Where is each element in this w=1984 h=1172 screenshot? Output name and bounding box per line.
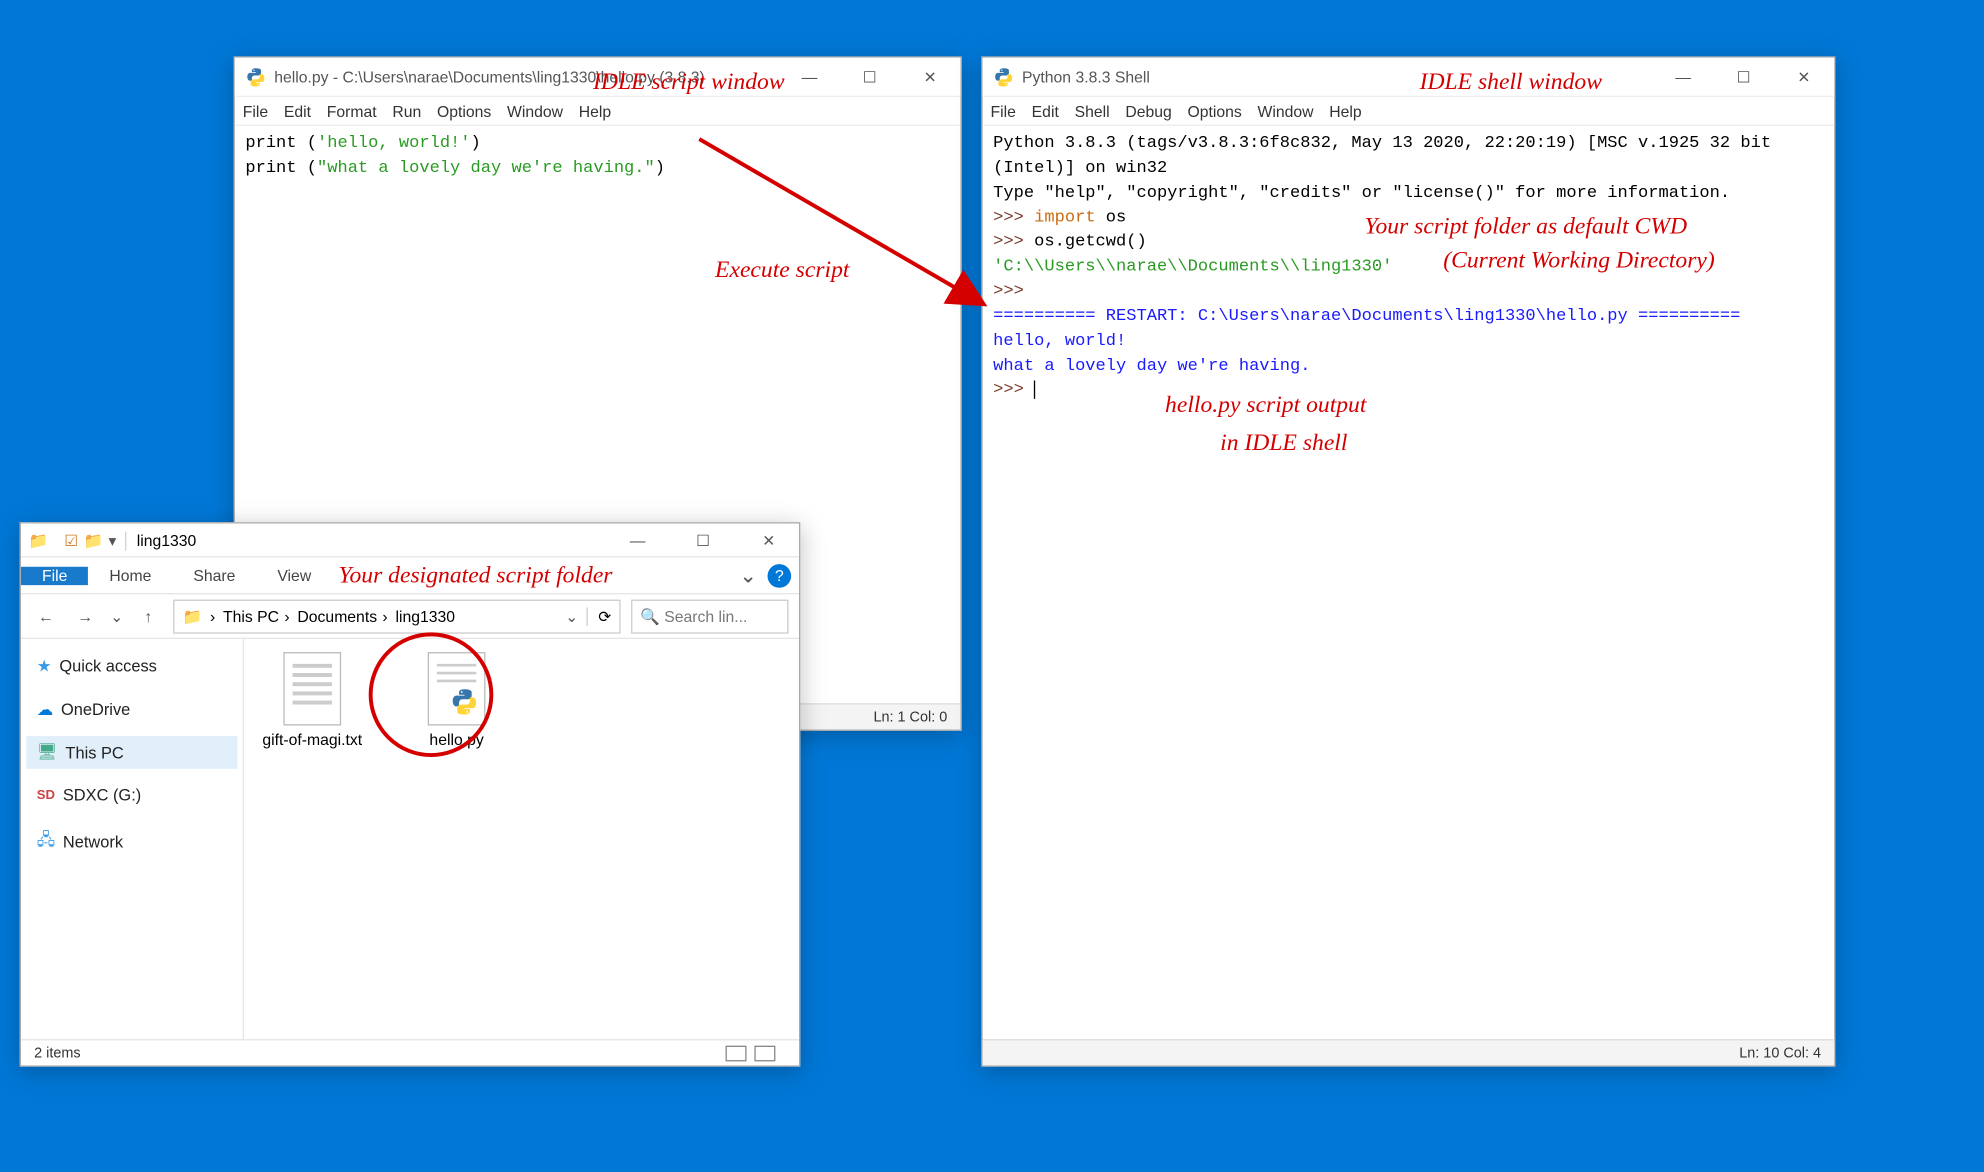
pc-icon: 🖥 xyxy=(37,743,58,763)
close-button[interactable]: ✕ xyxy=(739,520,799,559)
nav-network[interactable]: 🖧Network xyxy=(26,821,237,862)
minimize-button[interactable]: — xyxy=(607,520,667,559)
help-icon[interactable]: ? xyxy=(768,564,792,588)
prompt-line-getcwd: >>> os.getcwd() xyxy=(993,231,1147,251)
python-icon xyxy=(245,66,266,87)
crumb-documents[interactable]: Documents› xyxy=(297,607,387,625)
annotation-output-2: in IDLE shell xyxy=(1220,429,1347,457)
breadcrumb[interactable]: 📁 › This PC› Documents› ling1330 ⌄ ⟳ xyxy=(173,599,620,633)
shell-menubar: File Edit Shell Debug Options Window Hel… xyxy=(983,97,1834,126)
idle-shell-window: Python 3.8.3 Shell — ☐ ✕ File Edit Shell… xyxy=(981,56,1835,1066)
close-button[interactable]: ✕ xyxy=(900,57,960,96)
annotation-script-window: IDLE script window xyxy=(593,68,785,96)
menu-window[interactable]: Window xyxy=(507,102,563,120)
close-button[interactable]: ✕ xyxy=(1774,57,1834,96)
ribbon-share[interactable]: Share xyxy=(172,566,256,584)
folder-icon: 📁 xyxy=(29,531,49,549)
menu-format[interactable]: Format xyxy=(327,102,377,120)
annotation-folder: Your designated script folder xyxy=(338,562,612,590)
output-1: hello, world! xyxy=(993,330,1126,350)
explorer-body: ★Quick access ☁OneDrive 🖥This PC SDSDXC … xyxy=(21,639,799,1039)
nav-back-button[interactable]: ← xyxy=(31,602,60,631)
explorer-titlebar[interactable]: 📁 ☑ 📁 ▾ │ ling1330 — ☐ ✕ xyxy=(21,523,799,557)
menu-edit[interactable]: Edit xyxy=(1032,102,1059,120)
address-bar: ← → ⌄ ↑ 📁 › This PC› Documents› ling1330… xyxy=(21,594,799,639)
banner-1: Python 3.8.3 (tags/v3.8.3:6f8c832, May 1… xyxy=(993,133,1781,177)
folder-icon: 📁 xyxy=(182,607,202,625)
view-icons-button[interactable] xyxy=(754,1045,775,1061)
maximize-button[interactable]: ☐ xyxy=(840,57,900,96)
text-file-icon xyxy=(283,652,341,725)
sd-icon: SD xyxy=(37,788,55,802)
nav-this-pc[interactable]: 🖥This PC xyxy=(26,736,237,769)
nav-panel: ★Quick access ☁OneDrive 🖥This PC SDSDXC … xyxy=(21,639,244,1039)
annotation-cwd-2: (Current Working Directory) xyxy=(1443,247,1715,275)
ribbon-expand[interactable]: ⌄ xyxy=(739,562,767,588)
menu-run[interactable]: Run xyxy=(392,102,421,120)
network-icon: 🖧 xyxy=(37,828,55,856)
maximize-button[interactable]: ☐ xyxy=(673,520,733,559)
code-line-2: print ("what a lovely day we're having."… xyxy=(245,157,665,177)
star-icon: ★ xyxy=(37,656,52,676)
menu-help[interactable]: Help xyxy=(1329,102,1361,120)
nav-history-dropdown[interactable]: ⌄ xyxy=(110,607,123,625)
qat-dropdown[interactable]: ▾ xyxy=(108,531,116,549)
menu-window[interactable]: Window xyxy=(1257,102,1313,120)
ribbon-home[interactable]: Home xyxy=(88,566,172,584)
ribbon-file[interactable]: File xyxy=(21,566,88,584)
search-icon: 🔍 xyxy=(640,607,660,625)
output-2: what a lovely day we're having. xyxy=(993,355,1310,375)
menu-options[interactable]: Options xyxy=(437,102,491,120)
prompt-line-import: >>> import os xyxy=(993,207,1126,227)
annotation-cwd-1: Your script folder as default CWD xyxy=(1364,213,1687,241)
menu-options[interactable]: Options xyxy=(1187,102,1241,120)
cloud-icon: ☁ xyxy=(37,699,53,719)
menu-file[interactable]: File xyxy=(991,102,1016,120)
shell-statusbar: Ln: 10 Col: 4 xyxy=(983,1039,1834,1065)
menu-debug[interactable]: Debug xyxy=(1125,102,1171,120)
crumb-ling1330[interactable]: ling1330 xyxy=(395,607,455,625)
script-menubar: File Edit Format Run Options Window Help xyxy=(235,97,961,126)
nav-sdxc[interactable]: SDSDXC (G:) xyxy=(26,779,237,810)
search-input[interactable]: 🔍 Search lin... xyxy=(631,599,788,633)
crumb-this-pc[interactable]: This PC› xyxy=(223,607,290,625)
menu-help[interactable]: Help xyxy=(579,102,611,120)
minimize-button[interactable]: — xyxy=(1653,57,1713,96)
annotation-arrow xyxy=(689,134,1004,318)
shell-titlebar[interactable]: Python 3.8.3 Shell — ☐ ✕ xyxy=(983,58,1834,97)
qat-folder-icon: 📁 xyxy=(84,531,104,549)
file-explorer-window: 📁 ☑ 📁 ▾ │ ling1330 — ☐ ✕ File Home Share… xyxy=(20,522,801,1066)
nav-forward-button[interactable]: → xyxy=(71,602,100,631)
cwd-result: 'C:\\Users\\narae\\Documents\\ling1330' xyxy=(993,256,1392,276)
view-details-button[interactable] xyxy=(726,1045,747,1061)
file-item-txt[interactable]: gift-of-magi.txt xyxy=(260,652,365,749)
folder-title: ling1330 xyxy=(137,531,197,549)
file-list[interactable]: gift-of-magi.txt hello.py xyxy=(244,639,799,1039)
annotation-output-1: hello.py script output xyxy=(1165,391,1366,419)
refresh-button[interactable]: ⟳ xyxy=(586,607,611,625)
annotation-shell-window: IDLE shell window xyxy=(1420,68,1602,96)
file-label: gift-of-magi.txt xyxy=(262,731,362,749)
qat-checkbox-icon: ☑ xyxy=(64,531,78,549)
menu-file[interactable]: File xyxy=(243,102,268,120)
menu-shell[interactable]: Shell xyxy=(1075,102,1110,120)
banner-2: Type "help", "copyright", "credits" or "… xyxy=(993,182,1730,202)
explorer-statusbar: 2 items xyxy=(21,1039,799,1065)
nav-quick-access[interactable]: ★Quick access xyxy=(26,649,237,682)
python-icon xyxy=(993,66,1014,87)
nav-up-button[interactable]: ↑ xyxy=(134,602,163,631)
restart-line: ========== RESTART: C:\Users\narae\Docum… xyxy=(993,306,1740,326)
path-dropdown[interactable]: ⌄ xyxy=(565,607,578,625)
code-line-1: print ('hello, world!') xyxy=(245,133,480,153)
final-prompt: >>> xyxy=(993,380,1035,400)
nav-onedrive[interactable]: ☁OneDrive xyxy=(26,693,237,726)
ribbon-view[interactable]: View xyxy=(256,566,332,584)
menu-edit[interactable]: Edit xyxy=(284,102,311,120)
annotation-circle xyxy=(369,632,494,757)
minimize-button[interactable]: — xyxy=(779,57,839,96)
maximize-button[interactable]: ☐ xyxy=(1713,57,1773,96)
